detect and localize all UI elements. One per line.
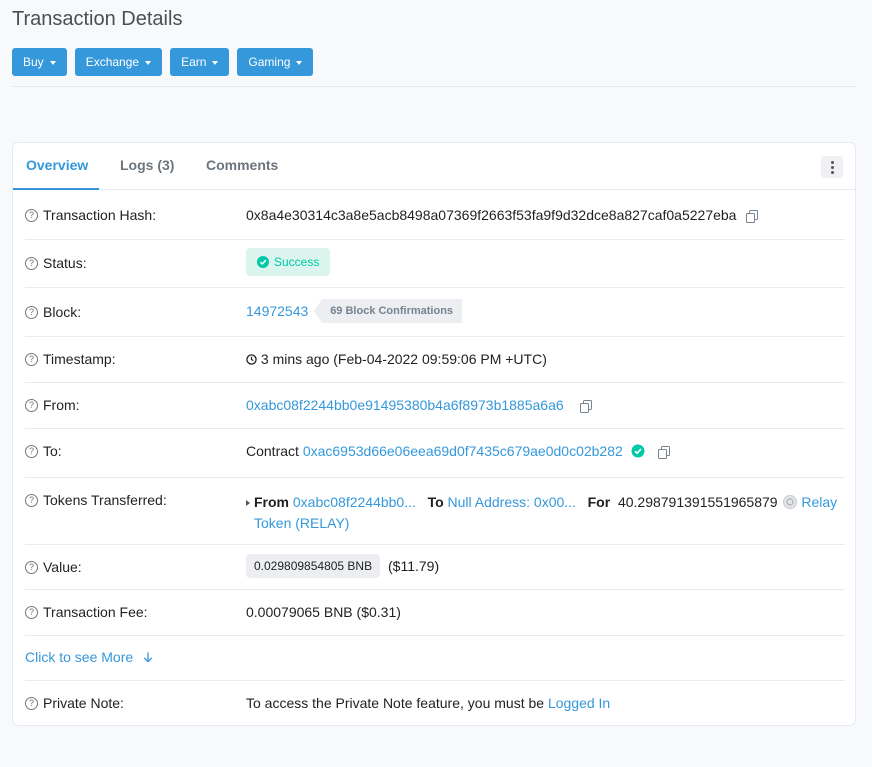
token-transfer-entry: From 0xabc08f2244bb0... To Null Address:… [246, 492, 846, 534]
arrow-down-icon [143, 652, 153, 663]
tab-comments[interactable]: Comments [206, 143, 278, 189]
exchange-button[interactable]: Exchange [74, 48, 163, 76]
help-icon[interactable]: ? [25, 444, 38, 458]
copy-icon[interactable] [746, 209, 759, 223]
tab-overview[interactable]: Overview [12, 143, 100, 190]
chevron-down-icon [49, 60, 56, 65]
label-transaction-hash: Transaction Hash: [43, 207, 157, 223]
page-title: Transaction Details [12, 8, 183, 30]
chevron-down-icon [212, 60, 219, 65]
to-address-link[interactable]: 0xac6953d66e06eea69d0f7435c679ae0d0c02b2… [303, 443, 623, 459]
verified-check-icon [631, 444, 645, 458]
from-address-link[interactable]: 0xabc08f2244bb0e91495380b4a6f8973b1885a6… [246, 397, 564, 413]
timestamp-value: 3 mins ago (Feb-04-2022 09:59:06 PM +UTC… [260, 351, 547, 367]
status-badge: Success [246, 248, 331, 276]
help-icon[interactable]: ? [25, 256, 38, 270]
click-to-see-more-link[interactable]: Click to see More [25, 649, 153, 665]
value-usd: ($11.79) [388, 558, 440, 574]
row-status: ? Status: Success [25, 239, 845, 288]
label-timestamp: Timestamp: [43, 351, 116, 367]
clock-icon [246, 354, 257, 365]
token-from-address-link[interactable]: 0xabc08f2244bb0... [293, 494, 416, 510]
row-see-more: Click to see More [25, 635, 845, 681]
transaction-fee-value: 0.00079065 BNB ($0.31) [246, 604, 401, 620]
row-transaction-hash: ? Transaction Hash: 0x8a4e30314c3a8e5acb8… [25, 190, 845, 240]
label-transaction-fee: Transaction Fee: [43, 604, 148, 620]
token-to-address-link[interactable]: Null Address: 0x00... [448, 494, 576, 510]
help-icon[interactable]: ? [25, 398, 38, 412]
chevron-down-icon [296, 60, 303, 65]
transaction-hash-value: 0x8a4e30314c3a8e5acb8498a07369f2663f53fa… [246, 207, 737, 223]
divider [12, 86, 856, 87]
help-icon[interactable]: ? [25, 208, 38, 222]
row-transaction-fee: ? Transaction Fee: 0.00079065 BNB ($0.31) [25, 589, 845, 636]
help-icon[interactable]: ? [25, 352, 38, 366]
top-button-group: Buy Exchange Earn Gaming [12, 48, 314, 76]
chevron-down-icon [145, 60, 152, 65]
copy-icon[interactable] [657, 445, 670, 459]
token-logo-icon [783, 495, 798, 509]
help-icon[interactable]: ? [25, 605, 38, 619]
transaction-card: Overview Logs (3) Comments ? Transaction … [12, 142, 856, 726]
token-amount: 40.298791391551965879 [617, 494, 778, 510]
block-number-link[interactable]: 14972543 [246, 303, 308, 319]
gaming-button[interactable]: Gaming [237, 48, 314, 76]
to-contract-prefix: Contract [246, 443, 299, 459]
tab-logs[interactable]: Logs (3) [120, 143, 174, 189]
row-value: ? Value: 0.029809854805 BNB ($11.79) [25, 544, 845, 590]
help-icon[interactable]: ? [25, 305, 38, 319]
earn-button[interactable]: Earn [170, 48, 230, 76]
private-note-text: To access the Private Note feature, you … [246, 695, 545, 711]
help-icon[interactable]: ? [25, 560, 38, 574]
row-tokens-transferred: ? Tokens Transferred: From 0xabc08f2244bb… [25, 477, 845, 545]
help-icon[interactable]: ? [25, 696, 38, 710]
label-from: From: [43, 397, 80, 413]
value-amount-badge: 0.029809854805 BNB [246, 554, 381, 578]
row-block: ? Block: 14972543 69 Block Confirmations [25, 287, 845, 337]
more-options-icon[interactable] [821, 156, 843, 178]
help-icon[interactable]: ? [25, 493, 38, 507]
label-private-note: Private Note: [43, 695, 124, 711]
buy-button[interactable]: Buy [12, 48, 67, 76]
block-confirmations-badge: 69 Block Confirmations [314, 299, 463, 323]
label-to: To: [43, 443, 62, 459]
row-private-note: ? Private Note: To access the Private Not… [25, 680, 845, 726]
label-value: Value: [43, 559, 82, 575]
row-from: ? From: 0xabc08f2244bb0e91495380b4a6f8973… [25, 382, 845, 429]
check-circle-icon [257, 256, 269, 268]
label-tokens-transferred: Tokens Transferred: [43, 492, 167, 508]
label-block: Block: [43, 304, 82, 320]
label-status: Status: [43, 255, 87, 271]
logged-in-link[interactable]: Logged In [548, 695, 610, 711]
row-timestamp: ? Timestamp: 3 mins ago (Feb-04-2022 09:5… [25, 336, 845, 383]
tab-bar: Overview Logs (3) Comments [12, 143, 855, 190]
caret-right-icon [246, 500, 250, 507]
copy-icon[interactable] [579, 399, 592, 413]
row-to: ? To: Contract 0xac6953d66e06eea69d0f7435… [25, 428, 845, 478]
